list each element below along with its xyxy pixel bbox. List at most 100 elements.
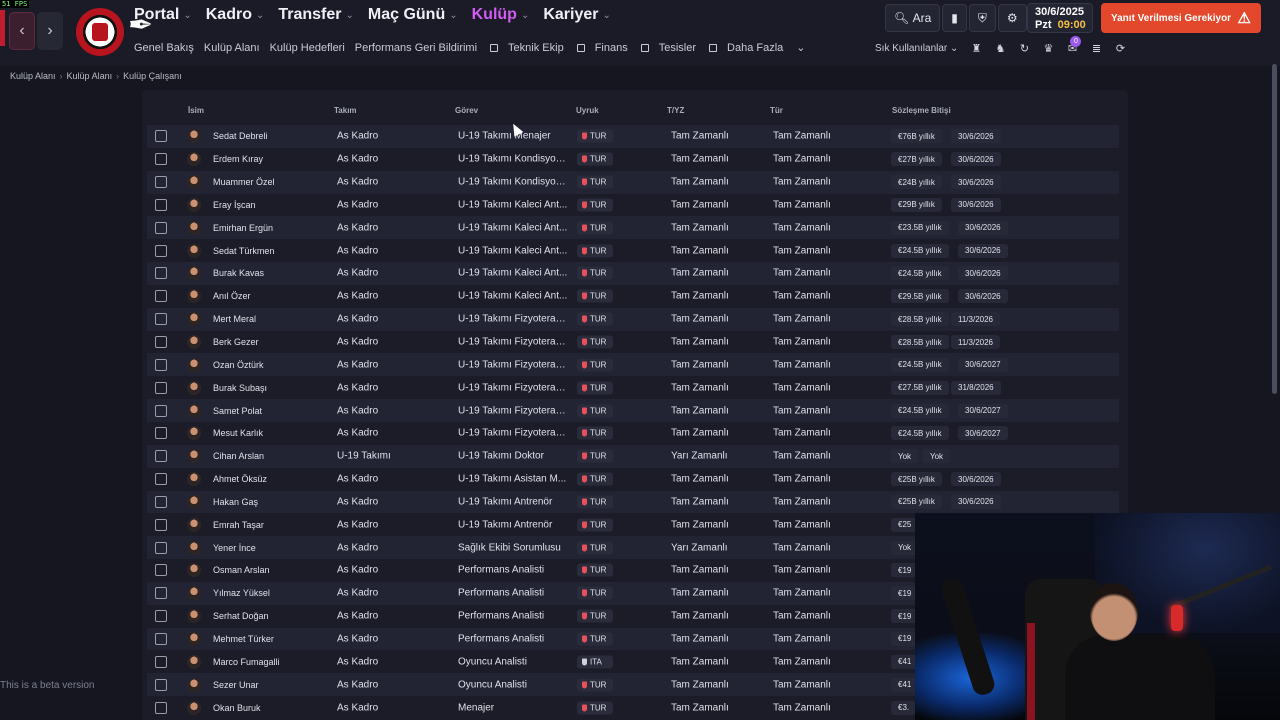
table-row[interactable]: Burak Kavas As Kadro U-19 Takımı Kaleci An… (147, 262, 1119, 285)
breadcrumb-item[interactable]: Kulüp Alanı (67, 71, 113, 81)
staff-name[interactable]: Sedat Debreli (213, 131, 268, 141)
submenu-kulup-hedefleri[interactable]: Kulüp Hedefleri (270, 41, 345, 54)
staff-name[interactable]: Emrah Taşar (213, 520, 264, 530)
staff-name[interactable]: Ozan Öztürk (213, 360, 264, 370)
row-checkbox[interactable] (155, 450, 167, 463)
staff-name[interactable]: Eray İşcan (213, 200, 256, 210)
row-checkbox[interactable] (155, 198, 167, 211)
menu-kadro[interactable]: Kadro ⌄ (206, 6, 265, 24)
breadcrumb-item[interactable]: Kulüp Alanı (10, 71, 56, 81)
submenu-genel-bakis[interactable]: Genel Bakış (134, 41, 194, 54)
column-header-name[interactable]: İsim (188, 106, 204, 115)
staff-name[interactable]: Ahmet Öksüz (213, 474, 267, 484)
table-row[interactable]: Samet Polat As Kadro U-19 Takımı Fizyotera… (147, 399, 1119, 422)
staff-name[interactable]: Emirhan Ergün (213, 223, 273, 233)
row-checkbox[interactable] (155, 701, 167, 714)
row-checkbox[interactable] (155, 518, 167, 531)
staff-name[interactable]: Marco Fumagalli (213, 657, 280, 667)
row-checkbox[interactable] (155, 473, 167, 486)
table-row[interactable]: Berk Gezer As Kadro U-19 Takımı Fizyoterap… (147, 331, 1119, 354)
table-row[interactable]: Muammer Özel As Kadro U-19 Takımı Kondisyo… (147, 170, 1119, 194)
back-button[interactable]: ‹ (9, 12, 35, 50)
table-row[interactable]: Erdem Kıray As Kadro U-19 Takımı Kondisyon… (147, 148, 1119, 171)
staff-name[interactable]: Berk Gezer (213, 337, 259, 347)
menu-transfer[interactable]: Transfer ⌄ (278, 6, 354, 24)
row-checkbox[interactable] (155, 587, 167, 600)
staff-name[interactable]: Yılmaz Yüksel (213, 588, 270, 598)
row-checkbox[interactable] (155, 290, 167, 303)
table-row[interactable]: Cihan Arslan U-19 Takımı U-19 Takımı Dokto… (147, 444, 1119, 468)
row-checkbox[interactable] (155, 336, 167, 349)
staff-name[interactable]: Sezer Unar (213, 680, 259, 690)
row-checkbox[interactable] (155, 176, 167, 189)
staff-name[interactable]: Okan Buruk (213, 703, 261, 713)
row-checkbox[interactable] (155, 313, 167, 326)
staff-name[interactable]: Samet Polat (213, 406, 262, 416)
table-row[interactable]: Anıl Özer As Kadro U-19 Takımı Kaleci Ant.… (147, 285, 1119, 308)
staff-name[interactable]: Muammer Özel (213, 177, 275, 187)
row-checkbox[interactable] (155, 564, 167, 577)
row-checkbox[interactable] (155, 153, 167, 166)
staff-name[interactable]: Erdem Kıray (213, 154, 263, 164)
menu-kulup[interactable]: Kulüp ⌄ (472, 6, 530, 24)
staff-name[interactable]: Mert Meral (213, 314, 256, 324)
refresh-icon[interactable]: ↻ (1018, 42, 1030, 55)
submenu-kulup-alani[interactable]: Kulüp Alanı (204, 41, 260, 54)
table-row[interactable]: Ahmet Öksüz As Kadro U-19 Takımı Asistan M… (147, 468, 1119, 491)
row-checkbox[interactable] (155, 610, 167, 623)
submenu-finans[interactable]: Finans (595, 41, 649, 54)
row-checkbox[interactable] (155, 427, 167, 440)
messages-icon[interactable]: ✉ 0 (1066, 36, 1082, 55)
staff-name[interactable]: Hakan Gaş (213, 497, 258, 507)
table-row[interactable]: Eray İşcan As Kadro U-19 Takımı Kaleci Ant… (147, 194, 1119, 217)
column-header-role[interactable]: Görev (455, 106, 478, 115)
submenu-performans[interactable]: Performans Geri Bildirimi (355, 41, 499, 54)
table-row[interactable]: Sedat Türkmen As Kadro U-19 Takımı Kaleci … (147, 239, 1119, 262)
staff-name[interactable]: Yener İnce (213, 543, 256, 553)
submenu-teknik-ekip[interactable]: Teknik Ekip (508, 41, 585, 54)
column-header-team[interactable]: Takım (334, 106, 357, 115)
row-checkbox[interactable] (155, 678, 167, 691)
inbox-button[interactable]: ▮ (942, 4, 967, 32)
staff-name[interactable]: Mehmet Türker (213, 634, 274, 644)
row-checkbox[interactable] (155, 130, 167, 143)
row-checkbox[interactable] (155, 404, 167, 417)
database-icon[interactable]: ≣ (1090, 42, 1102, 55)
table-row[interactable]: Mesut Karlık As Kadro U-19 Takımı Fizyoter… (147, 422, 1119, 445)
staff-icon[interactable]: ♞ (994, 42, 1006, 55)
continue-alert-button[interactable]: Yanıt Verilmesi Gerekiyor ⚠ (1101, 3, 1261, 33)
date-box[interactable]: 30/6/2025 Pzt 09:00 (1027, 3, 1093, 33)
club-info-button[interactable]: ⛨ (968, 4, 996, 32)
row-checkbox[interactable] (155, 632, 167, 645)
menu-mac-gunu[interactable]: Maç Günü ⌄ (368, 6, 458, 24)
menu-kariyer[interactable]: Kariyer ⌄ (543, 6, 611, 24)
shirt-icon[interactable]: ♜ (970, 42, 982, 55)
trophy-icon[interactable]: ♛ (1042, 42, 1054, 55)
favorites-dropdown[interactable]: Sık Kullanılanlar ⌄ (875, 43, 958, 54)
column-header-ft-pt[interactable]: T/YZ (667, 106, 684, 115)
staff-name[interactable]: Burak Kavas (213, 268, 264, 278)
submenu-tesisler[interactable]: Tesisler (659, 41, 718, 54)
table-row[interactable]: Hakan Gaş As Kadro U-19 Takımı Antrenör TUR… (147, 490, 1119, 514)
staff-name[interactable]: Serhat Doğan (213, 611, 269, 621)
settings-button[interactable]: ⚙ (997, 4, 1027, 32)
row-checkbox[interactable] (155, 267, 167, 280)
staff-name[interactable]: Burak Subaşı (213, 383, 267, 393)
row-checkbox[interactable] (155, 221, 167, 234)
table-row[interactable]: Sedat Debreli As Kadro U-19 Takımı Menajer… (147, 125, 1119, 148)
staff-name[interactable]: Sedat Türkmen (213, 246, 274, 256)
row-checkbox[interactable] (155, 541, 167, 554)
submenu-daha-fazla[interactable]: Daha Fazla ⌄ (727, 41, 815, 55)
row-checkbox[interactable] (155, 358, 167, 371)
table-row[interactable]: Emirhan Ergün As Kadro U-19 Takımı Kaleci … (147, 216, 1119, 240)
row-checkbox[interactable] (155, 655, 167, 668)
forward-button[interactable]: › (37, 12, 63, 50)
table-row[interactable]: Mert Meral As Kadro U-19 Takımı Fizyoterap… (147, 307, 1119, 331)
table-row[interactable]: Ozan Öztürk As Kadro U-19 Takımı Fizyotera… (147, 353, 1119, 377)
row-checkbox[interactable] (155, 495, 167, 508)
staff-name[interactable]: Cihan Arslan (213, 451, 264, 461)
staff-name[interactable]: Osman Arslan (213, 565, 270, 575)
scrollbar[interactable] (1272, 64, 1277, 394)
staff-name[interactable]: Mesut Karlık (213, 428, 263, 438)
column-header-type[interactable]: Tür (770, 106, 783, 115)
